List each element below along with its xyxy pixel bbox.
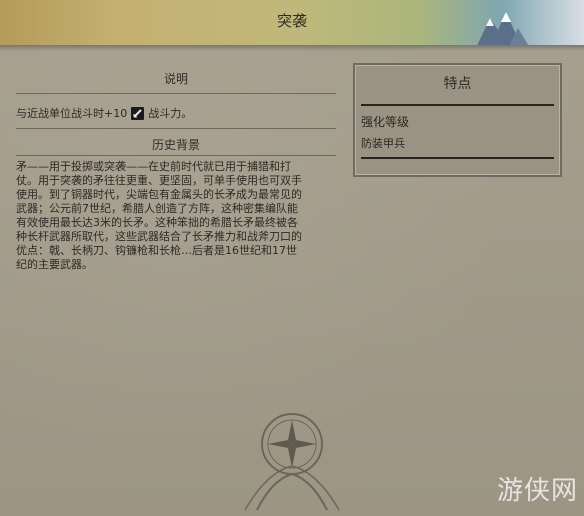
description-text-after: 战斗力。 — [148, 107, 193, 120]
history-line: 使用。到了铜器时代，尖端包有金属头的长矛成为最常见的 — [16, 188, 302, 201]
traits-panel: 特点 强化等级 防装甲兵 — [353, 63, 562, 177]
page-title: 突袭 — [276, 12, 307, 30]
description-text-before: 与近战单位战斗时+10 — [16, 107, 128, 120]
description-heading: 说明 — [163, 72, 188, 86]
history-line: 仗。用于突袭的矛往往更重、更坚固，可单手使用也可双手 — [16, 174, 302, 187]
trait-value[interactable]: 防装甲兵 — [361, 135, 405, 151]
divider — [16, 93, 336, 94]
divider — [16, 155, 336, 156]
sword-icon — [131, 106, 145, 120]
history-line: 矛——用于投掷或突袭——在史前时代就已用于捕猎和打 — [16, 160, 291, 173]
history-line: 纪的主要武器。 — [16, 258, 93, 271]
trait-value-link[interactable]: 防装甲兵 — [361, 137, 405, 150]
history-line: 种长杆武器所取代，这些武器结合了长矛推力和战斧刀口的 — [16, 230, 302, 243]
history-line: 有效使用最长达3米的长矛。这种笨拙的希腊长矛最终被各 — [16, 216, 298, 229]
header-map-banner: 突袭 — [0, 0, 584, 48]
description-row: 与近战单位战斗时+10 战斗力。 — [16, 105, 192, 121]
history-text: 矛——用于投掷或突袭——在史前时代就已用于捕猎和打 仗。用于突袭的矛往往更重、更… — [16, 160, 346, 272]
traits-divider — [361, 157, 554, 159]
history-line: 优点：戟、长柄刀、钩镰枪和长枪…后者是16世纪和17世 — [16, 244, 297, 257]
history-line: 武器；公元前7世纪，希腊人创造了方阵，这种密集编队能 — [16, 202, 298, 215]
header-border — [0, 45, 584, 51]
trait-label: 强化等级 — [361, 115, 410, 129]
watermark-logo: 游侠网 — [496, 476, 578, 506]
civilopedia-page: 突袭 说明 与近战单位战斗时+10 战斗力。 历史背景 矛——用于投掷或突袭——… — [0, 0, 584, 516]
traits-divider — [361, 104, 554, 106]
divider — [16, 128, 336, 129]
traits-heading: 特点 — [443, 76, 472, 92]
history-heading: 历史背景 — [151, 138, 200, 152]
compass-icon — [244, 413, 340, 511]
